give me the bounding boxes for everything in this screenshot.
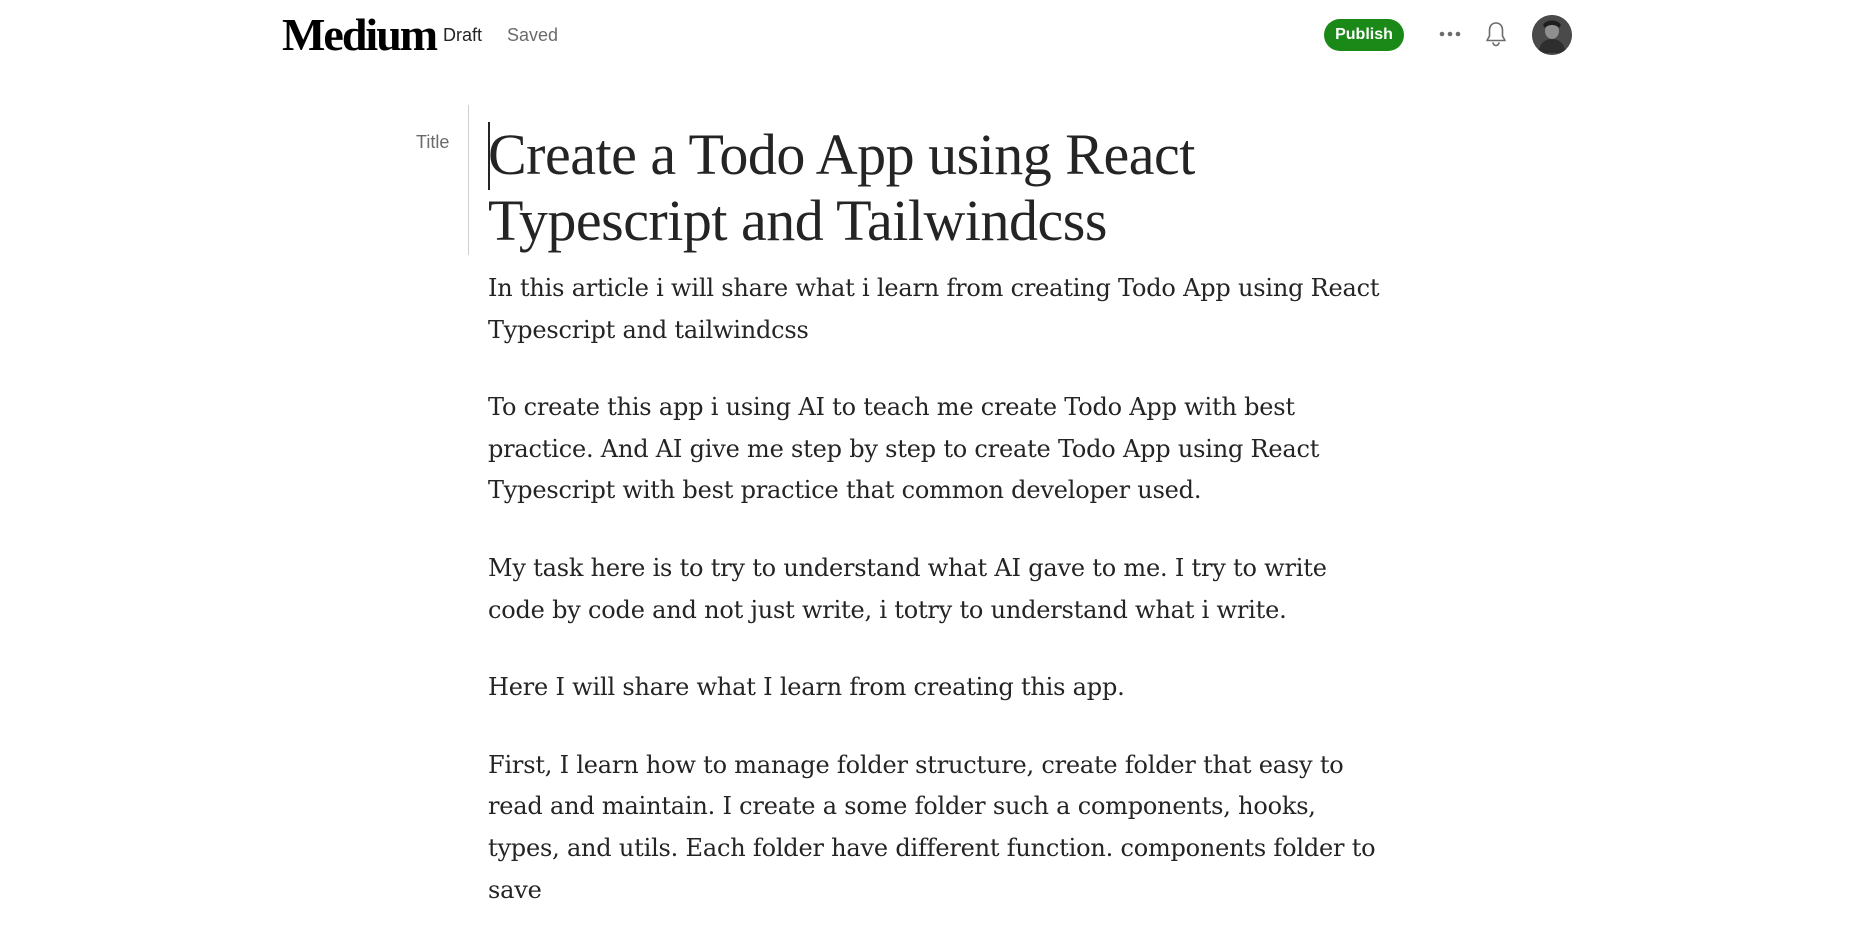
publish-button[interactable]: Publish <box>1324 19 1404 51</box>
article-title[interactable]: Create a Todo App using React Typescript… <box>488 122 1248 254</box>
top-bar: Medium Draft Saved Publish <box>0 0 1858 70</box>
paragraph[interactable]: My task here is to try to understand wha… <box>488 548 1388 631</box>
draft-label: Draft <box>443 25 483 45</box>
paragraph[interactable]: To create this app i using AI to teach m… <box>488 387 1388 512</box>
paragraph[interactable]: Here I will share what I learn from crea… <box>488 667 1388 709</box>
title-divider <box>468 105 469 255</box>
article-body[interactable]: In this article i will share what i lear… <box>488 268 1388 947</box>
save-status: Saved <box>507 25 559 45</box>
paragraph[interactable]: First, I learn how to manage folder stru… <box>488 745 1388 911</box>
title-placeholder-label: Title <box>416 132 450 152</box>
more-options-icon[interactable] <box>1436 22 1464 46</box>
user-avatar[interactable] <box>1532 15 1572 55</box>
bell-icon[interactable] <box>1483 20 1509 48</box>
paragraph[interactable]: In this article i will share what i lear… <box>488 268 1388 351</box>
medium-logo[interactable]: Medium <box>282 12 438 58</box>
